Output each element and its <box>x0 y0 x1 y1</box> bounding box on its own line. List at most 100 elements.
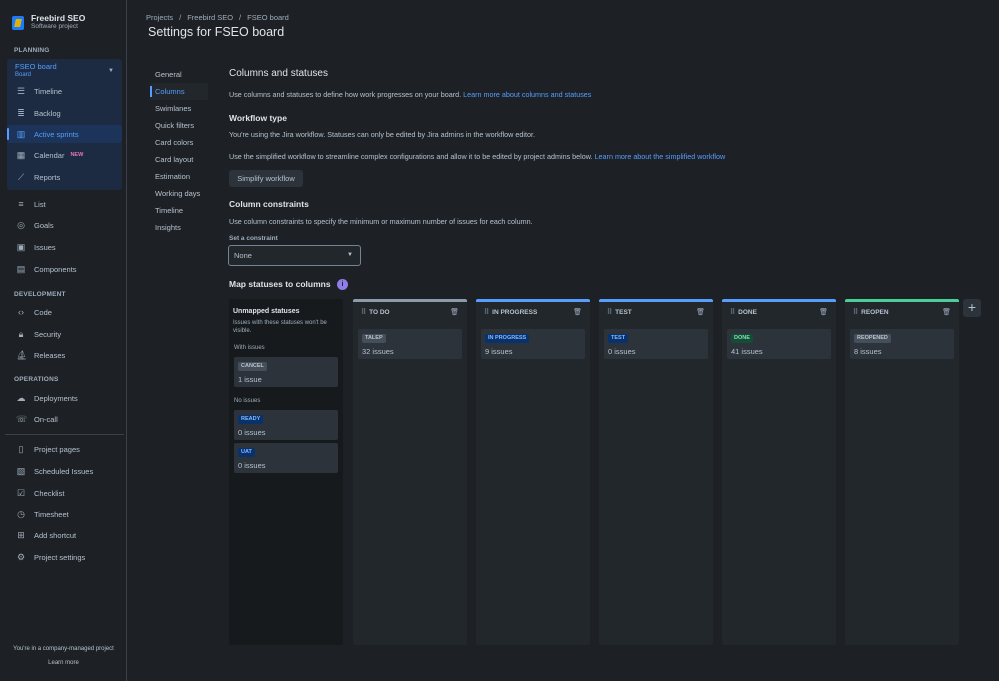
sidebar-item-security[interactable]: 🔒︎ Security <box>7 325 122 343</box>
column-done[interactable]: ⠿ DONE 🗑︎ DONE 41 issues <box>722 299 836 645</box>
sidebar-item-components[interactable]: ▤ Components <box>7 260 122 278</box>
status-card-in-progress[interactable]: IN PROGRESS 9 issues <box>481 329 585 359</box>
column-top-bar <box>476 299 590 302</box>
status-lozenge: DONE <box>731 334 753 343</box>
settings-nav: General Columns Swimlanes Quick filters … <box>150 66 208 236</box>
drag-handle-icon[interactable]: ⠿ <box>730 308 735 316</box>
column-header[interactable]: ⠿ DONE <box>730 308 757 317</box>
sidebar-item-goals[interactable]: ◎ Goals <box>7 216 122 234</box>
learn-more-link[interactable]: Learn more <box>0 660 127 666</box>
with-issues-label: With issues <box>234 345 265 351</box>
status-card-reopened[interactable]: REOPENED 8 issues <box>850 329 954 359</box>
column-header[interactable]: ⠿ TEST <box>607 308 632 317</box>
sidebar-item-issues[interactable]: ▣ Issues <box>7 238 122 256</box>
constraint-select[interactable]: None ▼ <box>228 245 361 266</box>
status-card-test[interactable]: TEST 0 issues <box>604 329 708 359</box>
settings-nav-card-layout[interactable]: Card layout <box>150 151 208 168</box>
column-top-bar <box>845 299 959 302</box>
column-top-bar <box>722 299 836 302</box>
settings-nav-estimation[interactable]: Estimation <box>150 168 208 185</box>
sidebar-item-project-pages[interactable]: ▯ Project pages <box>7 440 122 458</box>
breadcrumb-project[interactable]: Freebird SEO <box>187 13 233 22</box>
trash-icon[interactable]: 🗑︎ <box>819 308 828 316</box>
map-statuses-title: Map statuses to columns <box>229 279 331 289</box>
status-card-cancel[interactable]: CANCEL 1 issue <box>234 357 338 387</box>
settings-nav-insights[interactable]: Insights <box>150 219 208 236</box>
chevron-down-icon[interactable]: ▼ <box>108 68 114 74</box>
learn-more-columns-link[interactable]: Learn more about columns and statuses <box>463 90 591 99</box>
sidebar-item-label: Timesheet <box>34 509 69 519</box>
settings-nav-card-colors[interactable]: Card colors <box>150 134 208 151</box>
sidebar-item-calendar[interactable]: ▦ Calendar NEW <box>7 146 122 164</box>
add-column-button[interactable]: + <box>963 299 981 317</box>
sidebar-item-code[interactable]: ‹› Code <box>7 303 122 321</box>
drag-handle-icon[interactable]: ⠿ <box>853 308 858 316</box>
settings-nav-timeline[interactable]: Timeline <box>150 202 208 219</box>
column-header[interactable]: ⠿ REOPEN <box>853 308 889 317</box>
sidebar-item-label: Active sprints <box>34 129 79 139</box>
sidebar-item-on-call[interactable]: ☏ On-call <box>7 410 122 428</box>
status-card-done[interactable]: DONE 41 issues <box>727 329 831 359</box>
column-reopen[interactable]: ⠿ REOPEN 🗑︎ REOPENED 8 issues <box>845 299 959 645</box>
phone-icon: ☏ <box>16 414 28 424</box>
sidebar-item-label: Releases <box>34 350 66 360</box>
info-icon[interactable]: i <box>337 279 348 290</box>
column-header[interactable]: ⠿ TO DO <box>361 308 390 317</box>
column-in-progress[interactable]: ⠿ IN PROGRESS 🗑︎ IN PROGRESS 9 issues <box>476 299 590 645</box>
breadcrumb-board[interactable]: FSEO board <box>247 13 289 22</box>
column-constraints-title: Column constraints <box>229 199 309 209</box>
settings-nav-quick-filters[interactable]: Quick filters <box>150 117 208 134</box>
issue-count: 0 issues <box>608 347 636 356</box>
workflow-type-title: Workflow type <box>229 113 287 123</box>
sidebar-item-scheduled-issues[interactable]: ▧ Scheduled Issues <box>7 462 122 480</box>
trash-icon[interactable]: 🗑︎ <box>450 308 459 316</box>
sidebar-item-deployments[interactable]: ☁︎ Deployments <box>7 389 122 407</box>
sidebar-item-checklist[interactable]: ☑ Checklist <box>7 484 122 502</box>
trash-icon[interactable]: 🗑︎ <box>942 308 951 316</box>
board-icon: ▥ <box>16 129 26 139</box>
status-card-uat[interactable]: UAT 0 issues <box>234 443 338 473</box>
sidebar-item-backlog[interactable]: ≣ Backlog <box>7 104 122 122</box>
settings-nav-general[interactable]: General <box>150 66 208 83</box>
status-card-ready[interactable]: READY 0 issues <box>234 410 338 440</box>
column-test[interactable]: ⠿ TEST 🗑︎ TEST 0 issues <box>599 299 713 645</box>
status-lozenge: TALEP <box>362 334 386 343</box>
no-issues-label: No issues <box>234 398 261 404</box>
sidebar-item-project-settings[interactable]: ⚙︎ Project settings <box>7 548 122 566</box>
column-top-bar <box>353 299 467 302</box>
constraint-label: Set a constraint <box>229 235 278 242</box>
sidebar-item-timeline[interactable]: ☰ Timeline <box>7 82 122 100</box>
project-header[interactable]: Freebird SEO Software project <box>12 14 85 31</box>
trash-icon[interactable]: 🗑︎ <box>573 308 582 316</box>
drag-handle-icon[interactable]: ⠿ <box>361 308 366 316</box>
sidebar-item-list[interactable]: ≡ List <box>7 195 122 213</box>
board-selector[interactable]: FSEO board Board <box>15 62 57 80</box>
sidebar-item-releases[interactable]: ⛵︎ Releases <box>7 346 122 364</box>
learn-more-simplified-link[interactable]: Learn more about the simplified workflow <box>595 152 726 161</box>
project-logo-icon <box>12 15 24 30</box>
issue-count: 0 issues <box>238 461 266 470</box>
settings-nav-swimlanes[interactable]: Swimlanes <box>150 100 208 117</box>
column-header[interactable]: ⠿ IN PROGRESS <box>484 308 537 317</box>
settings-nav-columns[interactable]: Columns <box>150 83 208 100</box>
settings-nav-working-days[interactable]: Working days <box>150 185 208 202</box>
sidebar-item-add-shortcut[interactable]: ⊞ Add shortcut <box>7 526 122 544</box>
sidebar-item-label: Components <box>34 264 77 274</box>
drag-handle-icon[interactable]: ⠿ <box>607 308 612 316</box>
trash-icon[interactable]: 🗑︎ <box>696 308 705 316</box>
sidebar-item-timesheet[interactable]: ◷ Timesheet <box>7 505 122 523</box>
simplify-workflow-button[interactable]: Simplify workflow <box>229 170 303 187</box>
sidebar-item-active-sprints[interactable]: ▥ Active sprints <box>7 125 122 143</box>
clock-icon: ◷ <box>17 509 25 519</box>
sidebar-item-label: Timeline <box>34 86 63 96</box>
constraint-value: None <box>234 251 252 260</box>
drag-handle-icon[interactable]: ⠿ <box>484 308 489 316</box>
breadcrumb-projects[interactable]: Projects <box>146 13 173 22</box>
column-to-do[interactable]: ⠿ TO DO 🗑︎ TALEP 32 issues <box>353 299 467 645</box>
chevron-down-icon: ▼ <box>347 252 353 258</box>
company-managed-note: You're in a company-managed project <box>13 646 114 652</box>
project-type: Software project <box>31 23 78 30</box>
sidebar-item-reports[interactable]: ⟋ Reports <box>7 168 122 186</box>
sidebar-item-label: Deployments <box>34 393 78 403</box>
status-card-talep[interactable]: TALEP 32 issues <box>358 329 462 359</box>
